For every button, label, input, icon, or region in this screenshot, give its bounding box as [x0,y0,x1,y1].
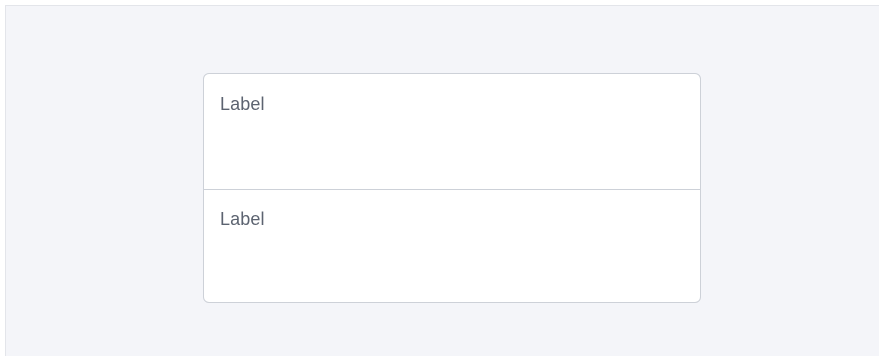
text-field-2[interactable]: Label [204,189,700,302]
page-canvas: Label Label [5,5,879,356]
text-field-1[interactable]: Label [204,74,700,189]
text-input-2[interactable] [220,236,684,254]
text-field-group: Label Label [203,73,701,303]
text-input-1[interactable] [220,121,684,139]
field-label: Label [220,94,265,114]
field-label: Label [220,209,265,229]
